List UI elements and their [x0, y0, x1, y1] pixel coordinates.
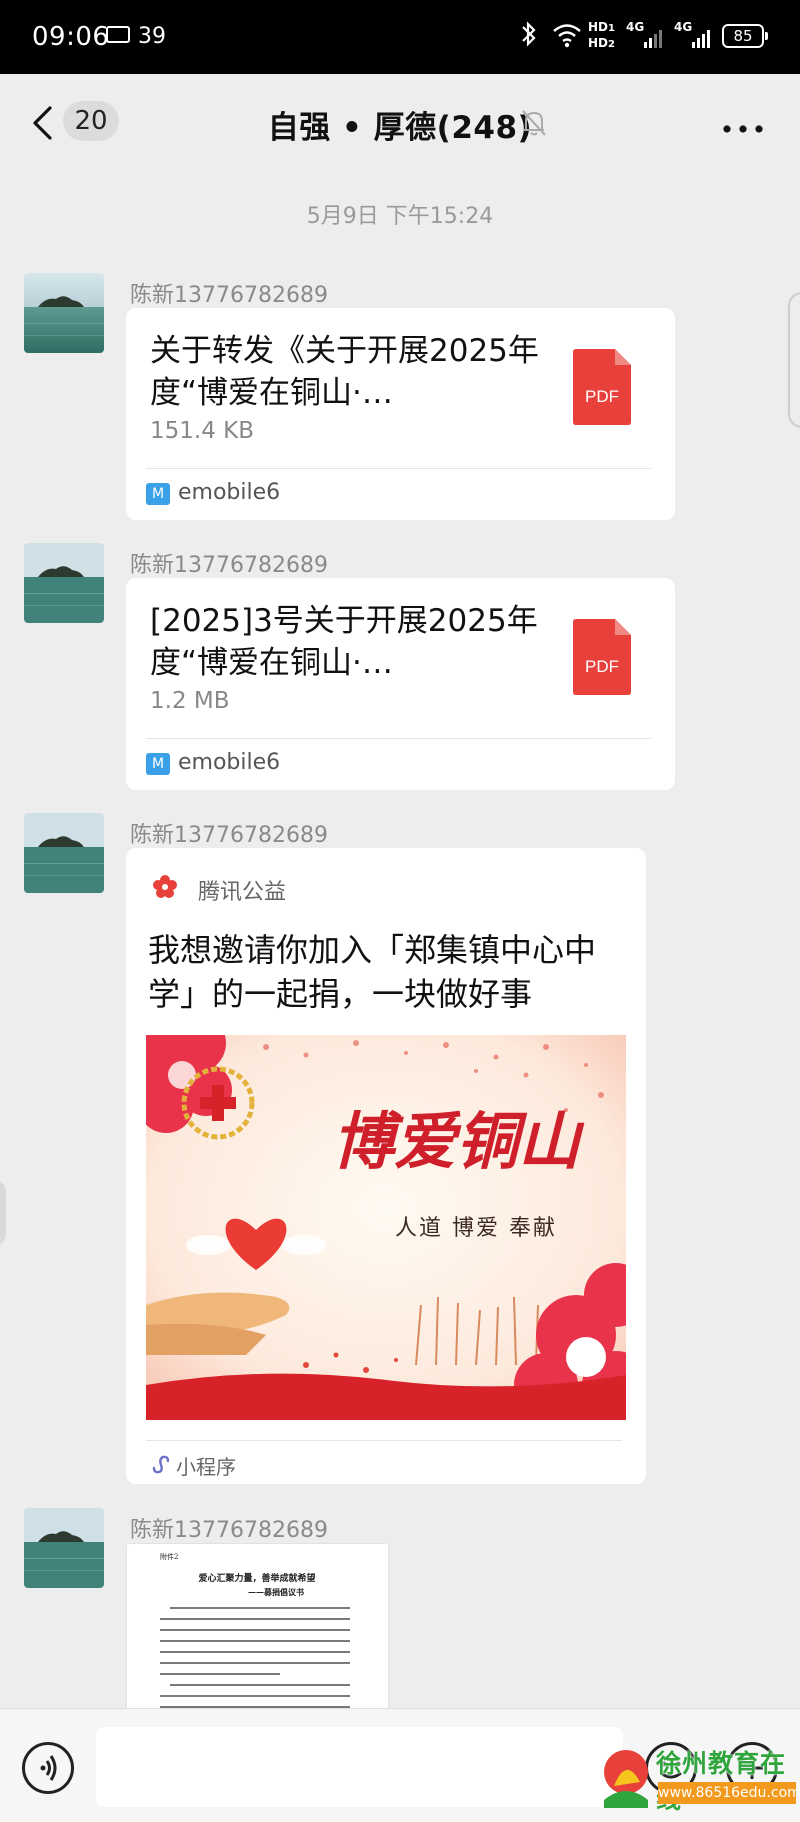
signal-sim1-icon: 4G: [626, 20, 662, 50]
chat-title: 自强 • 厚德(248): [267, 110, 533, 146]
avatar[interactable]: [24, 543, 104, 623]
mini-program-headline: 我想邀请你加入「郑集镇中心中学」的一起捐，一块做好事: [148, 931, 597, 1013]
sender-name: 陈新13776782689: [130, 1518, 328, 1543]
message-notification-icon: [106, 26, 130, 43]
status-time: 09:06: [32, 22, 110, 52]
status-bar: 09:06 39 HD1 HD2 4G 4G 85: [0, 0, 800, 74]
battery-icon: 85: [722, 24, 768, 48]
pdf-file-icon: PDF: [573, 349, 631, 425]
mini-program-cover-image: 博爱铜山 人道 博爱 奉献: [146, 1035, 626, 1420]
sender-name: 陈新13776782689: [130, 553, 328, 578]
file-size: 1.2 MB: [150, 688, 230, 714]
mini-program-source: 腾讯公益: [198, 880, 287, 905]
svg-text:PDF: PDF: [585, 387, 619, 406]
hd-indicator: HD1 HD2: [588, 20, 615, 50]
mini-program-icon: [150, 1453, 172, 1475]
svg-text:爱心汇聚力量，善举成就希望: 爱心汇聚力量，善举成就希望: [198, 1572, 315, 1584]
svg-text:——募捐倡议书: ——募捐倡议书: [248, 1587, 304, 1597]
document-image-message[interactable]: 附件2 爱心汇聚力量，善举成就希望 ——募捐倡议书: [126, 1543, 389, 1711]
file-name: 关于转发《关于开展2025年度“博爱在铜山·…: [150, 333, 539, 411]
avatar[interactable]: [24, 813, 104, 893]
more-options-icon[interactable]: [722, 119, 764, 133]
svg-text:附件2: 附件2: [160, 1552, 178, 1561]
source-app-name: emobile6: [178, 750, 281, 775]
site-watermark: 徐州教育在线 www.86516edu.com: [596, 1740, 800, 1822]
pdf-file-icon: PDF: [573, 619, 631, 695]
sender-name: 陈新13776782689: [130, 823, 328, 848]
message-input[interactable]: [96, 1727, 623, 1807]
avatar[interactable]: [24, 273, 104, 353]
avatar[interactable]: [24, 1508, 104, 1588]
wifi-icon: [552, 22, 582, 50]
notification-count: 39: [138, 24, 166, 49]
watermark-text: 徐州教育在线: [656, 1749, 787, 1814]
signal-sim2-icon: 4G: [674, 20, 710, 50]
file-message-card[interactable]: [2025]3号关于开展2025年度“博爱在铜山·… 1.2 MB PDF M …: [126, 578, 675, 790]
side-scroll-handle: [788, 292, 800, 428]
message-timestamp: 5月9日 下午15:24: [306, 204, 494, 229]
svg-text:PDF: PDF: [585, 657, 619, 676]
emobile-app-icon: M: [146, 753, 170, 775]
left-edge-handle: [0, 1180, 6, 1246]
divider: [146, 468, 651, 469]
file-message-card[interactable]: 关于转发《关于开展2025年度“博爱在铜山·… 151.4 KB PDF M e…: [126, 308, 675, 520]
svg-text:博爱铜山: 博爱铜山: [332, 1105, 585, 1178]
voice-input-icon[interactable]: [22, 1742, 74, 1794]
watermark-url: www.86516edu.com: [658, 1782, 800, 1804]
mini-program-tag: 小程序: [176, 1455, 236, 1479]
mini-program-card[interactable]: 腾讯公益 我想邀请你加入「郑集镇中心中学」的一起捐，一块做好事 博爱铜山 人道 …: [126, 848, 646, 1484]
svg-text:人道 博爱 奉献: 人道 博爱 奉献: [395, 1216, 557, 1241]
file-name: [2025]3号关于开展2025年度“博爱在铜山·…: [150, 603, 538, 681]
emobile-app-icon: M: [146, 483, 170, 505]
mute-bell-icon: [520, 108, 548, 138]
file-size: 151.4 KB: [150, 418, 255, 444]
divider: [146, 738, 651, 739]
bluetooth-icon: [520, 20, 538, 55]
divider: [146, 1440, 622, 1441]
sender-name: 陈新13776782689: [130, 283, 328, 308]
tencent-charity-logo-icon: [152, 874, 178, 900]
source-app-name: emobile6: [178, 480, 281, 505]
chat-header: 20 自强 • 厚德(248): [0, 74, 800, 172]
